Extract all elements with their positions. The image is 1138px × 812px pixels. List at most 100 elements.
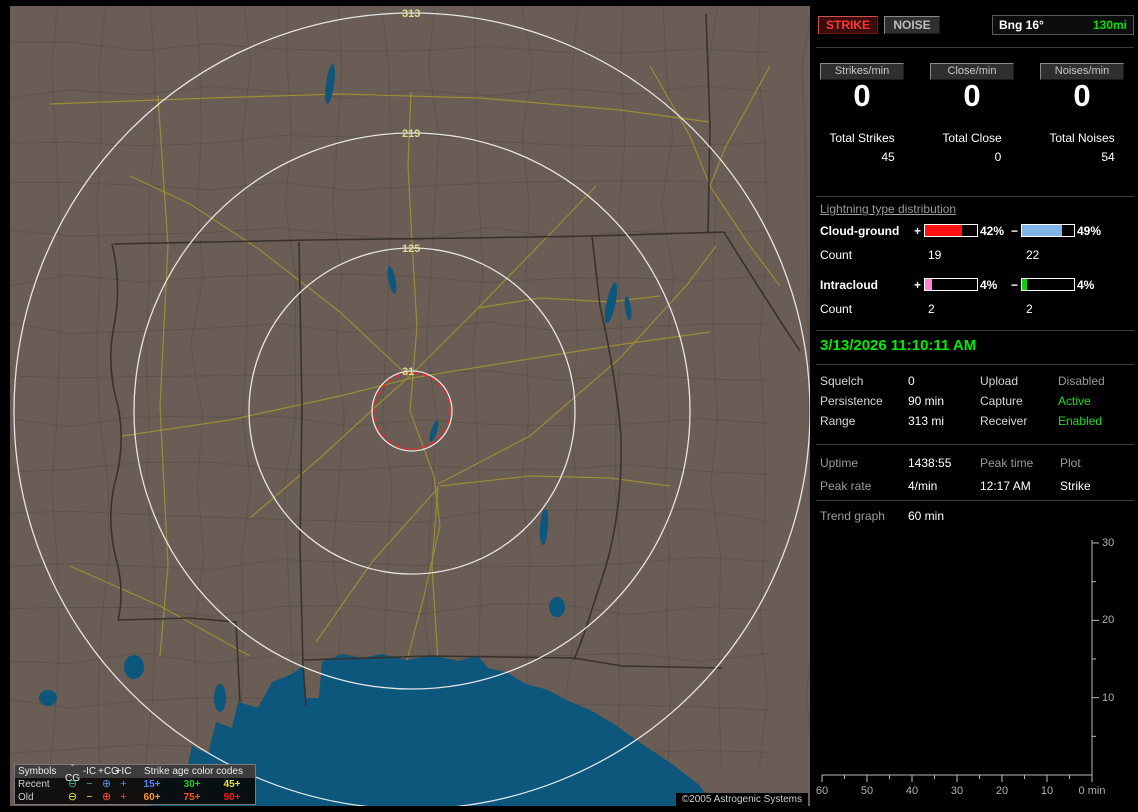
current-datetime: 3/13/2026 11:10:11 AM: [820, 337, 977, 354]
svg-text:31: 31: [402, 366, 414, 378]
ic-positive-bar: [924, 278, 978, 291]
strike-age-code: 75+: [183, 792, 201, 803]
legend-row-label: Recent: [18, 779, 50, 790]
tick-label: 0 min: [1078, 785, 1106, 797]
persistence-value: 90 min: [908, 394, 945, 408]
ic-negative-fill: [1022, 279, 1028, 290]
legend-col-pos-ic: +IC: [115, 766, 132, 777]
tick-label: 40: [905, 785, 919, 797]
legend-age-header: Strike age color codes: [144, 766, 243, 777]
tick-label: 10: [1040, 785, 1054, 797]
cloud-ground-row: Cloud-ground + 42% − 49%: [814, 224, 1138, 238]
ic-negative-bar: [1021, 278, 1075, 291]
strike-symbol-icon: ⊕: [101, 778, 112, 790]
count-label: Count: [820, 248, 853, 262]
counter-strikes: Strikes/min 0 Total Strikes 45: [810, 0, 914, 170]
count-label: Count: [820, 302, 853, 316]
status-row: Squelch 0 Upload Disabled: [814, 374, 1138, 390]
intracloud-label: Intracloud: [820, 278, 879, 292]
strike-age-code: 45+: [223, 779, 241, 790]
persistence-label: Persistence: [820, 394, 883, 408]
upload-label: Upload: [980, 374, 1019, 388]
ic-positive-count: 2: [928, 302, 935, 316]
cg-negative-fill: [1022, 225, 1062, 236]
separator: [816, 444, 1134, 445]
strike-age-code: 30+: [183, 779, 201, 790]
strike-symbol-icon: ⊖: [67, 778, 78, 790]
strike-symbol-icon: −: [86, 791, 93, 803]
peak-time-label: Peak time: [980, 456, 1034, 470]
ic-positive-fill: [925, 279, 933, 290]
squelch-label: Squelch: [820, 374, 864, 388]
plus-sign: +: [914, 224, 922, 238]
tick-label: 30: [1102, 537, 1115, 549]
strike-symbol-icon: +: [120, 778, 127, 790]
copyright-text: ©2005 Astrogenic Systems: [675, 793, 808, 806]
legend-row-label: Old: [18, 792, 34, 803]
lightning-map[interactable]: 313 219 125 31 Symbols -CG -IC +CG +IC Stri…: [10, 6, 810, 806]
tick-label: 10: [1102, 691, 1115, 704]
minus-sign: −: [1011, 224, 1019, 238]
trend-graph-label: Trend graph: [820, 509, 885, 523]
separator: [816, 196, 1134, 197]
intracloud-row: Intracloud + 4% − 4%: [814, 278, 1138, 292]
tick-label: 30: [950, 785, 964, 797]
trend-window-value: 60 min: [908, 509, 945, 523]
tick-label: 20: [1102, 614, 1115, 627]
cloud-ground-count-row: Count 19 22: [814, 248, 1138, 262]
total-noises-value: 54: [1101, 150, 1115, 164]
upload-status: Disabled: [1058, 374, 1105, 388]
cg-positive-fill: [925, 225, 963, 236]
stats-row: Uptime 1438:55 Peak time Plot: [814, 456, 1138, 472]
close-per-min-value: 0: [963, 78, 981, 113]
separator: [816, 500, 1134, 501]
legend-row: Old ⊖ − ⊕ +60+ 75+ 90+: [15, 791, 255, 804]
svg-text:125: 125: [402, 243, 420, 255]
legend-body: Recent ⊖ − ⊕ +15+ 30+ 45+ Old ⊖ − ⊕ +60+ 75+ 90+: [15, 778, 255, 804]
minus-sign: −: [1011, 278, 1019, 292]
uptime-value: 1438:55: [908, 456, 952, 470]
strike-symbol-icon: +: [120, 791, 127, 803]
total-close-label: Total Close: [942, 131, 1002, 145]
legend-row: Recent ⊖ − ⊕ +15+ 30+ 45+: [15, 778, 255, 791]
separator: [816, 364, 1134, 365]
trend-header-row: Trend graph 60 min: [814, 509, 1138, 525]
strike-symbol-icon: ⊕: [101, 791, 112, 803]
ic-negative-count: 2: [1026, 302, 1033, 316]
total-strikes-label: Total Strikes: [829, 131, 895, 145]
noises-per-min-value: 0: [1073, 78, 1091, 113]
plus-sign: +: [914, 278, 922, 292]
range-label: Range: [820, 414, 856, 428]
legend-col-pos-cg: +CG: [98, 766, 119, 777]
app-window: 313 219 125 31 Symbols -CG -IC +CG +IC Stri…: [0, 0, 1138, 812]
legend-col-neg-ic: -IC: [82, 766, 97, 777]
peak-time-value: 12:17 AM: [980, 479, 1031, 493]
capture-label: Capture: [980, 394, 1023, 408]
separator: [816, 330, 1134, 331]
distribution-title: Lightning type distribution: [820, 202, 957, 216]
trend-axes: [821, 540, 1099, 782]
status-panel: STRIKE NOISE Bng 16° 130mi Strikes/min 0…: [814, 0, 1138, 812]
cg-positive-pct: 42%: [980, 224, 1005, 238]
capture-status: Active: [1058, 394, 1091, 408]
cg-positive-count: 19: [928, 248, 942, 262]
strike-symbol-icon: ⊖: [67, 791, 78, 803]
status-row: Range 313 mi Receiver Enabled: [814, 414, 1138, 430]
tick-label: 50: [860, 785, 874, 797]
tick-label: 20: [995, 785, 1009, 797]
svg-text:313: 313: [402, 8, 420, 20]
trend-graph: 30 20 10 60 50 40 30 20 10 0 min: [814, 535, 1138, 805]
cloud-ground-label: Cloud-ground: [820, 224, 900, 238]
legend-symbols-header: Symbols: [18, 766, 57, 777]
strike-age-code: 90+: [223, 792, 241, 803]
strike-symbol-icon: −: [86, 778, 93, 790]
counter-noises: Noises/min 0 Total Noises 54: [1030, 0, 1134, 170]
svg-text:219: 219: [402, 128, 420, 140]
receiver-status: Enabled: [1058, 414, 1103, 428]
map-svg[interactable]: 313 219 125 31: [10, 6, 810, 806]
plot-label: Plot: [1060, 456, 1081, 470]
cg-positive-bar: [924, 224, 978, 237]
status-row: Persistence 90 min Capture Active: [814, 394, 1138, 410]
uptime-label: Uptime: [820, 456, 859, 470]
tick-label: 60: [815, 785, 829, 797]
